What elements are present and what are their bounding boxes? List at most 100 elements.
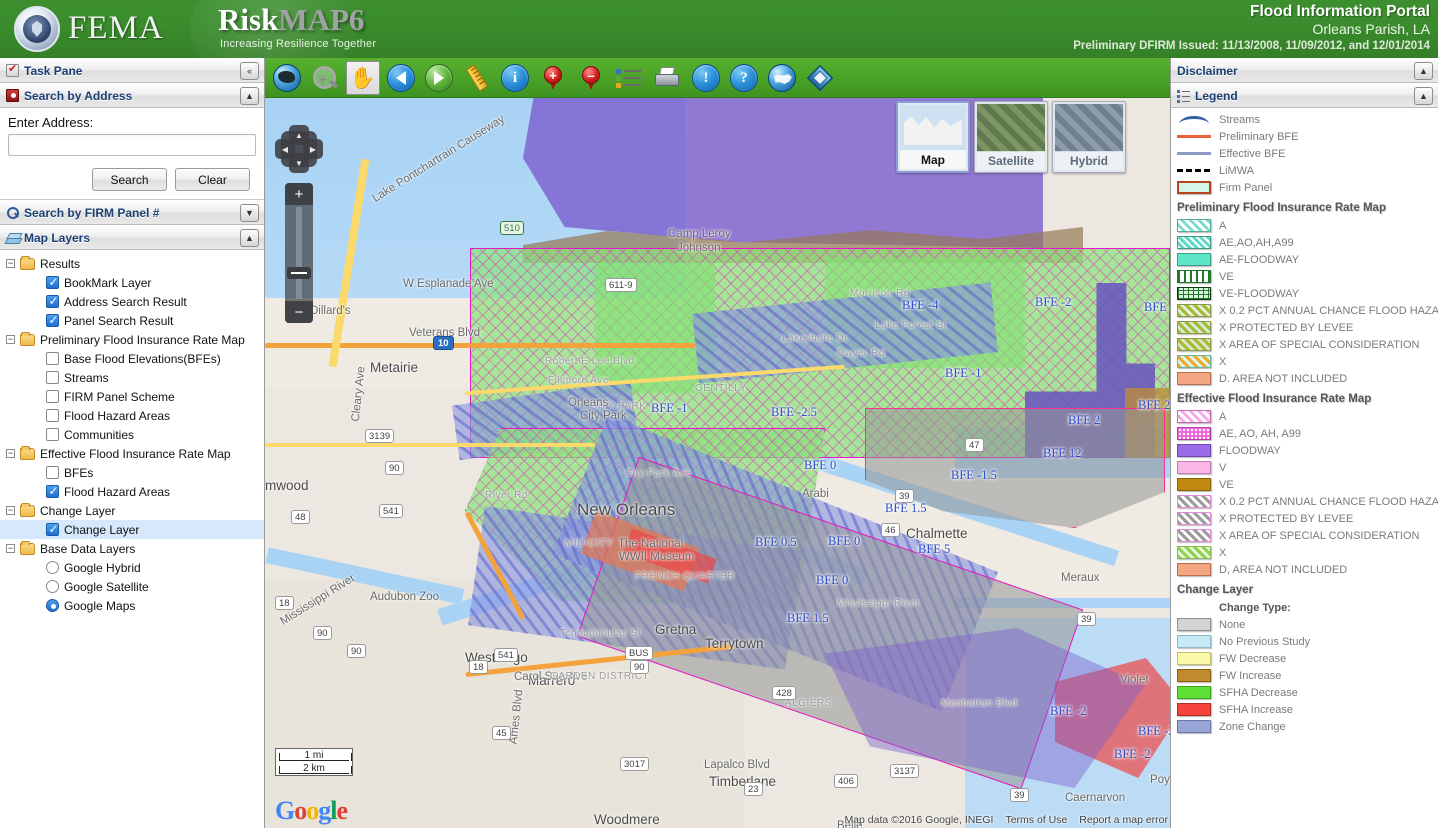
alert-icon[interactable]: ! bbox=[690, 62, 722, 94]
full-extent-globe-icon[interactable] bbox=[271, 62, 303, 94]
layer-item-row[interactable]: Address Search Result bbox=[0, 292, 264, 311]
map-type-hybrid[interactable]: Hybrid bbox=[1052, 101, 1126, 173]
layer-group-row[interactable]: −Preliminary Flood Insurance Rate Map bbox=[0, 330, 264, 349]
layer-item-row[interactable]: Communities bbox=[0, 425, 264, 444]
layer-item-row[interactable]: FIRM Panel Scheme bbox=[0, 387, 264, 406]
layer-checkbox[interactable] bbox=[46, 295, 59, 308]
add-marker-icon[interactable]: + bbox=[537, 62, 569, 94]
legend-swatch bbox=[1177, 113, 1211, 126]
address-search-button[interactable]: Search bbox=[92, 168, 167, 191]
zoom-slider-track[interactable] bbox=[296, 207, 302, 299]
shield-510: 510 bbox=[500, 221, 524, 235]
search-by-address-header[interactable]: Search by Address ▲ bbox=[0, 83, 264, 108]
layer-checkbox[interactable] bbox=[46, 371, 59, 384]
bfe-label: BFE -1 bbox=[1144, 300, 1170, 315]
layer-radio[interactable] bbox=[46, 599, 59, 612]
legend-item-row: X AREA OF SPECIAL CONSIDERATION bbox=[1171, 527, 1438, 544]
next-extent-icon[interactable] bbox=[423, 62, 455, 94]
expander-icon[interactable]: − bbox=[6, 335, 15, 344]
legend-swatch bbox=[1177, 338, 1211, 351]
header-tagline: Increasing Resilience Together bbox=[220, 38, 376, 50]
zoom-slider-thumb[interactable] bbox=[287, 267, 311, 279]
layer-radio[interactable] bbox=[46, 561, 59, 574]
layer-item-row[interactable]: BFEs bbox=[0, 463, 264, 482]
shield-39c: 39 bbox=[1077, 612, 1096, 626]
expander-icon[interactable]: − bbox=[6, 506, 15, 515]
legend-list-icon[interactable] bbox=[613, 62, 645, 94]
layer-item-row[interactable]: Flood Hazard Areas bbox=[0, 406, 264, 425]
layer-checkbox[interactable] bbox=[46, 276, 59, 289]
remove-marker-icon[interactable]: – bbox=[575, 62, 607, 94]
print-icon[interactable] bbox=[651, 62, 683, 94]
layer-radio[interactable] bbox=[46, 580, 59, 593]
layer-item-row[interactable]: Streams bbox=[0, 368, 264, 387]
pan-left-button[interactable]: ◀ bbox=[275, 139, 295, 159]
map-layers-header[interactable]: Map Layers ▲ bbox=[0, 225, 264, 250]
zoom-in-button[interactable]: + bbox=[285, 183, 313, 205]
expander-icon[interactable]: − bbox=[6, 259, 15, 268]
help-icon[interactable]: ? bbox=[728, 62, 760, 94]
layer-item-row[interactable]: Panel Search Result bbox=[0, 311, 264, 330]
portal-title: Flood Information Portal bbox=[1073, 3, 1430, 21]
layer-item-label: Google Maps bbox=[64, 599, 135, 613]
legend-header[interactable]: Legend ▲ bbox=[1171, 83, 1438, 108]
layer-group-row[interactable]: −Change Layer bbox=[0, 501, 264, 520]
address-clear-button[interactable]: Clear bbox=[175, 168, 250, 191]
measure-ruler-icon[interactable] bbox=[461, 62, 493, 94]
search-by-firm-panel-toggle[interactable]: ▼ bbox=[240, 204, 259, 222]
layer-checkbox[interactable] bbox=[46, 314, 59, 327]
previous-extent-icon[interactable] bbox=[385, 62, 417, 94]
layer-item-row[interactable]: Flood Hazard Areas bbox=[0, 482, 264, 501]
layer-group-label: Base Data Layers bbox=[40, 542, 135, 556]
search-by-firm-panel-header[interactable]: Search by FIRM Panel # ▼ bbox=[0, 200, 264, 225]
pan-control[interactable]: ▲ ▼ ◀ ▶ bbox=[275, 125, 323, 173]
layer-checkbox[interactable] bbox=[46, 409, 59, 422]
collapse-sidebar-button[interactable]: « bbox=[240, 62, 259, 80]
national-map-icon[interactable] bbox=[766, 62, 798, 94]
map-type-map[interactable]: Map bbox=[896, 101, 970, 173]
layer-checkbox[interactable] bbox=[46, 523, 59, 536]
layer-item-row[interactable]: Google Maps bbox=[0, 596, 264, 615]
layer-item-row[interactable]: Google Hybrid bbox=[0, 558, 264, 577]
zoom-slider-control[interactable]: + − bbox=[285, 183, 313, 323]
layer-checkbox[interactable] bbox=[46, 390, 59, 403]
layer-item-row[interactable]: Change Layer bbox=[0, 520, 264, 539]
layer-checkbox[interactable] bbox=[46, 428, 59, 441]
map-type-selector[interactable]: Map Satellite Hybrid bbox=[896, 101, 1126, 173]
pan-right-button[interactable]: ▶ bbox=[303, 139, 323, 159]
expander-icon[interactable]: − bbox=[6, 544, 15, 553]
layer-checkbox[interactable] bbox=[46, 466, 59, 479]
search-by-address-toggle[interactable]: ▲ bbox=[240, 87, 259, 105]
layer-item-row[interactable]: Base Flood Elevations(BFEs) bbox=[0, 349, 264, 368]
layer-group-row[interactable]: −Results bbox=[0, 254, 264, 273]
identify-info-icon[interactable]: i bbox=[499, 62, 531, 94]
disclaimer-header[interactable]: Disclaimer ▲ bbox=[1171, 58, 1438, 83]
zoom-out-button[interactable]: − bbox=[285, 301, 313, 323]
layer-group-row[interactable]: − Base Data Layers bbox=[0, 539, 264, 558]
map-layers-toggle[interactable]: ▲ bbox=[240, 229, 259, 247]
zoom-in-icon[interactable]: + bbox=[309, 62, 341, 94]
pan-hand-icon[interactable]: ✋ bbox=[346, 61, 380, 95]
legend-label: AE-FLOODWAY bbox=[1219, 254, 1299, 266]
task-pane-icon bbox=[6, 64, 19, 77]
map-type-map-label: Map bbox=[900, 150, 966, 169]
expander-icon[interactable]: − bbox=[6, 449, 15, 458]
layer-checkbox[interactable] bbox=[46, 352, 59, 365]
search-by-address-body: Enter Address: Search Clear bbox=[0, 108, 264, 200]
layer-checkbox[interactable] bbox=[46, 485, 59, 498]
terms-of-use-link[interactable]: Terms of Use bbox=[1005, 814, 1067, 826]
layers-diamond-icon[interactable] bbox=[804, 62, 836, 94]
layer-item-row[interactable]: BookMark Layer bbox=[0, 273, 264, 292]
map-canvas[interactable]: Lake Pontchartrain CausewayDillard'sW Es… bbox=[265, 98, 1170, 828]
legend-item-row: A bbox=[1171, 217, 1438, 234]
task-pane-header[interactable]: Task Pane « bbox=[0, 58, 264, 83]
disclaimer-toggle[interactable]: ▲ bbox=[1414, 62, 1433, 80]
shield-3139: 3139 bbox=[365, 429, 394, 443]
layer-item-row[interactable]: Google Satellite bbox=[0, 577, 264, 596]
legend-label: LiMWA bbox=[1219, 165, 1254, 177]
map-type-satellite[interactable]: Satellite bbox=[974, 101, 1048, 173]
report-map-error-link[interactable]: Report a map error bbox=[1079, 814, 1168, 826]
layer-group-row[interactable]: −Effective Flood Insurance Rate Map bbox=[0, 444, 264, 463]
address-input[interactable] bbox=[8, 134, 256, 156]
legend-toggle[interactable]: ▲ bbox=[1414, 87, 1433, 105]
